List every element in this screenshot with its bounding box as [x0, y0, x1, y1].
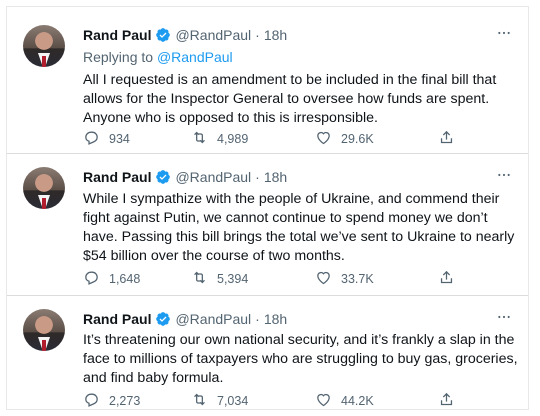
- author-name[interactable]: Rand Paul: [83, 27, 151, 43]
- share-icon: [438, 391, 464, 411]
- more-icon[interactable]: [496, 25, 512, 46]
- tweet-header: Rand Paul @RandPaul · 18h: [83, 311, 287, 327]
- author-name[interactable]: Rand Paul: [83, 311, 151, 327]
- replying-to: Replying to @RandPaul: [83, 49, 233, 65]
- reply-icon: [83, 391, 109, 411]
- share-button[interactable]: [438, 391, 464, 411]
- tweet-actions: 934 4,989 29.6K: [83, 129, 483, 149]
- retweet-icon: [191, 269, 217, 289]
- reply-icon: [83, 269, 109, 289]
- separator: ·: [255, 169, 260, 185]
- reply-count: 934: [109, 132, 130, 146]
- tweet-2[interactable]: Rand Paul @RandPaul · 18h While I sympat…: [7, 157, 528, 292]
- tweet-header: Rand Paul @RandPaul · 18h: [83, 169, 287, 185]
- more-icon[interactable]: [496, 309, 512, 330]
- like-button[interactable]: 44.2K: [315, 391, 374, 411]
- divider: [7, 295, 528, 296]
- tweet-3[interactable]: Rand Paul @RandPaul · 18h It’s threateni…: [7, 299, 528, 409]
- author-handle[interactable]: @RandPaul: [175, 169, 251, 185]
- share-button[interactable]: [438, 269, 464, 289]
- verified-badge-icon: [155, 169, 171, 185]
- verified-badge-icon: [155, 311, 171, 327]
- timestamp[interactable]: 18h: [264, 311, 287, 327]
- author-handle[interactable]: @RandPaul: [175, 311, 251, 327]
- retweet-icon: [191, 129, 217, 149]
- retweet-button[interactable]: 4,989: [191, 129, 248, 149]
- verified-badge-icon: [155, 27, 171, 43]
- like-icon: [315, 129, 341, 149]
- reply-button[interactable]: 934: [83, 129, 130, 149]
- like-count: 33.7K: [341, 272, 374, 286]
- like-icon: [315, 269, 341, 289]
- retweet-button[interactable]: 7,034: [191, 391, 248, 411]
- more-icon[interactable]: [496, 167, 512, 188]
- author-name[interactable]: Rand Paul: [83, 169, 151, 185]
- like-count: 44.2K: [341, 394, 374, 408]
- share-icon: [438, 129, 464, 149]
- share-icon: [438, 269, 464, 289]
- divider: [7, 153, 528, 154]
- tweet-1[interactable]: Rand Paul @RandPaul · 18h Replying to @R…: [7, 15, 528, 149]
- like-button[interactable]: 29.6K: [315, 129, 374, 149]
- author-handle[interactable]: @RandPaul: [175, 27, 251, 43]
- avatar[interactable]: [23, 167, 65, 209]
- tweet-header: Rand Paul @RandPaul · 18h: [83, 27, 287, 43]
- avatar[interactable]: [23, 309, 65, 351]
- replying-to-link[interactable]: @RandPaul: [157, 49, 233, 65]
- avatar[interactable]: [23, 25, 65, 67]
- retweet-count: 4,989: [217, 132, 249, 146]
- replying-prefix: Replying to: [83, 49, 154, 65]
- tweet-text: While I sympathize with the people of Uk…: [83, 191, 515, 264]
- like-button[interactable]: 33.7K: [315, 269, 374, 289]
- retweet-count: 7,034: [217, 394, 249, 408]
- tweet-text: All I requested is an amendment to be in…: [83, 72, 497, 126]
- retweet-button[interactable]: 5,394: [191, 269, 248, 289]
- separator: ·: [255, 311, 260, 327]
- retweet-icon: [191, 391, 217, 411]
- reply-count: 2,273: [109, 394, 141, 408]
- tweet-text: It’s threatening our own national securi…: [83, 332, 518, 386]
- tweet-thread: Rand Paul @RandPaul · 18h Replying to @R…: [6, 6, 529, 410]
- reply-button[interactable]: 2,273: [83, 391, 140, 411]
- tweet-actions: 1,648 5,394 33.7K: [83, 269, 483, 289]
- reply-count: 1,648: [109, 272, 141, 286]
- reply-button[interactable]: 1,648: [83, 269, 140, 289]
- like-icon: [315, 391, 341, 411]
- timestamp[interactable]: 18h: [264, 27, 287, 43]
- separator: ·: [255, 27, 260, 43]
- tweet-actions: 2,273 7,034 44.2K: [83, 391, 483, 411]
- reply-icon: [83, 129, 109, 149]
- share-button[interactable]: [438, 129, 464, 149]
- retweet-count: 5,394: [217, 272, 249, 286]
- timestamp[interactable]: 18h: [264, 169, 287, 185]
- like-count: 29.6K: [341, 132, 374, 146]
